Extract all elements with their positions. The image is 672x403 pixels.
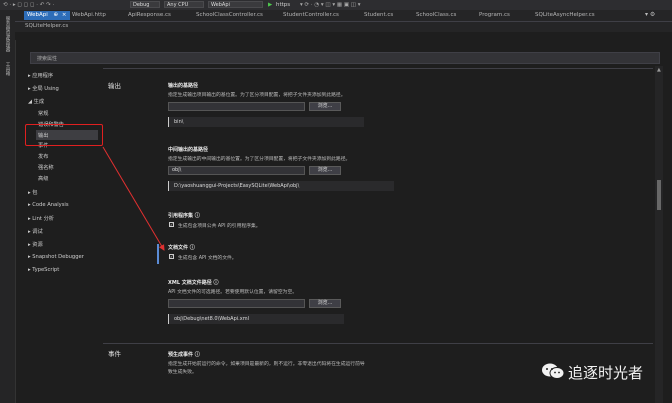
watermark-text: 追逐时光者 [568, 364, 644, 382]
wechat-logo-icon [540, 362, 566, 380]
annotation-arrow [102, 146, 165, 251]
